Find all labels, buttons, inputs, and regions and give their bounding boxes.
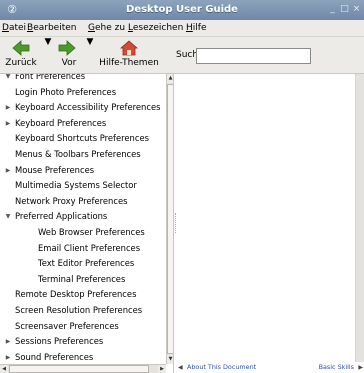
tree-item[interactable]: Keyboard Shortcuts Preferences (0, 131, 166, 147)
search-input[interactable] (196, 48, 311, 64)
tree-item[interactable]: ▼ Font Preferences (0, 74, 166, 85)
scrollbar-thumb[interactable] (167, 84, 173, 354)
tree-item[interactable]: ▶ Keyboard Accessibility Preferences (0, 100, 166, 116)
tree-item[interactable]: ▼ Preferred Applications (0, 209, 166, 225)
tree-item[interactable]: Remote Desktop Preferences (0, 287, 166, 303)
expander-closed-icon[interactable]: ▶ (3, 100, 13, 116)
next-arrow-icon[interactable]: ▶ (358, 362, 363, 373)
expander-open-icon[interactable]: ▼ (3, 209, 13, 225)
tree-item-label: Mouse Preferences (15, 164, 95, 175)
tree-item-label: Sound Preferences (15, 351, 94, 362)
close-button[interactable]: × (351, 4, 362, 15)
scroll-down-arrow-icon[interactable]: ▼ (167, 355, 173, 364)
tree-item[interactable]: Menus & Toolbars Preferences (0, 147, 166, 163)
tree-item-label: Keyboard Preferences (15, 117, 107, 128)
tree-item-label: Email Client Preferences (38, 242, 141, 253)
menu-bar: Datei Bearbeiten Gehe zu Lesezeichen Hil… (0, 20, 364, 37)
menu-bearbeiten[interactable]: Bearbeiten (27, 20, 76, 37)
tree-item[interactable]: Screensaver Preferences (0, 319, 166, 335)
forward-arrow-icon (58, 40, 76, 56)
scroll-up-arrow-icon[interactable]: ▲ (167, 74, 173, 83)
tree-item-label: Keyboard Accessibility Preferences (15, 102, 161, 113)
tree-item[interactable]: Web Browser Preferences (0, 225, 166, 241)
tree-item[interactable]: ▶ Mouse Preferences (0, 163, 166, 179)
back-label: Zurück (5, 58, 37, 68)
scroll-left-arrow-icon[interactable]: ◀ (0, 365, 8, 373)
forward-history-dropdown[interactable]: ▼ (86, 37, 94, 73)
sidebar-horizontal-scrollbar[interactable]: ◀ ▶ (0, 364, 166, 373)
document-navigation-footer: ◀ About This Document Basic Skills ▶ (177, 362, 364, 373)
content-vertical-scrollbar[interactable] (355, 74, 364, 362)
tree-item[interactable]: ▶ Sound Preferences (0, 350, 166, 366)
tree-item-label: Login Photo Preferences (15, 86, 117, 97)
tree-item-label: Web Browser Preferences (38, 226, 145, 237)
back-history-dropdown[interactable]: ▼ (44, 37, 52, 73)
tree-item[interactable]: Terminal Preferences (0, 272, 166, 288)
tree-item-label: Text Editor Preferences (38, 258, 135, 269)
expander-open-icon[interactable]: ▼ (3, 74, 13, 85)
sidebar-vertical-scrollbar[interactable]: ▲ ▼ (166, 74, 173, 364)
tree-item-label: Network Proxy Preferences (15, 195, 128, 206)
forward-button[interactable]: Vor (54, 37, 84, 73)
back-arrow-icon (12, 40, 30, 56)
tree-item[interactable]: Screen Resolution Preferences (0, 303, 166, 319)
tree-item[interactable]: Multimedia Systems Selector (0, 178, 166, 194)
expander-closed-icon[interactable]: ▶ (3, 350, 13, 366)
previous-arrow-icon[interactable]: ◀ (178, 362, 183, 373)
previous-page-link[interactable]: About This Document (187, 362, 256, 373)
tree-item-label: Remote Desktop Preferences (15, 289, 137, 300)
tree-item-label: Multimedia Systems Selector (15, 180, 137, 191)
window-title: Desktop User Guide (126, 4, 238, 15)
tree-item-label: Screen Resolution Preferences (15, 304, 143, 315)
title-bar[interactable]: ② Desktop User Guide _ □ × (0, 0, 364, 20)
tree-item[interactable]: Email Client Preferences (0, 241, 166, 257)
maximize-button[interactable]: □ (339, 4, 350, 15)
menu-lesezeichen[interactable]: Lesezeichen (128, 20, 183, 37)
minimize-button[interactable]: _ (327, 4, 338, 15)
tree-item-label: Font Preferences (15, 74, 86, 81)
back-button[interactable]: Zurück (2, 37, 40, 73)
tree-item[interactable]: Login Photo Preferences (0, 85, 166, 101)
next-page-link[interactable]: Basic Skills (319, 362, 354, 373)
menu-datei[interactable]: Datei (2, 20, 26, 37)
topic-tree: ▼ Font Preferences Login Photo Preferences… (0, 74, 166, 365)
tree-item-label: Keyboard Shortcuts Preferences (15, 133, 149, 144)
tree-item-label: Terminal Preferences (38, 273, 126, 284)
home-icon (120, 40, 138, 56)
document-content-pane (177, 74, 364, 373)
forward-label: Vor (61, 58, 77, 68)
tree-item-label: Preferred Applications (15, 211, 108, 222)
expander-closed-icon[interactable]: ▶ (3, 334, 13, 350)
menu-gehe-zu[interactable]: Gehe zu (88, 20, 125, 37)
scroll-right-arrow-icon[interactable]: ▶ (158, 365, 166, 373)
horizontal-scrollbar-thumb[interactable] (9, 365, 149, 373)
tree-item[interactable]: ▶ Sessions Preferences (0, 334, 166, 350)
expander-closed-icon[interactable]: ▶ (3, 116, 13, 132)
tree-item[interactable]: Network Proxy Preferences (0, 194, 166, 210)
expander-closed-icon[interactable]: ▶ (3, 163, 13, 179)
help-topics-label: Hilfe-Themen (99, 58, 159, 68)
help-topics-button[interactable]: Hilfe-Themen (98, 37, 160, 73)
tree-item-label: Screensaver Preferences (15, 320, 119, 331)
tree-item[interactable]: ▶ Keyboard Preferences (0, 116, 166, 132)
topics-sidebar: ▼ Font Preferences Login Photo Preferences… (0, 74, 174, 373)
menu-hilfe[interactable]: Hilfe (186, 20, 207, 37)
tree-item[interactable]: Text Editor Preferences (0, 256, 166, 272)
tree-item-label: Menus & Toolbars Preferences (15, 148, 141, 159)
tree-item-label: Sessions Preferences (15, 336, 104, 347)
